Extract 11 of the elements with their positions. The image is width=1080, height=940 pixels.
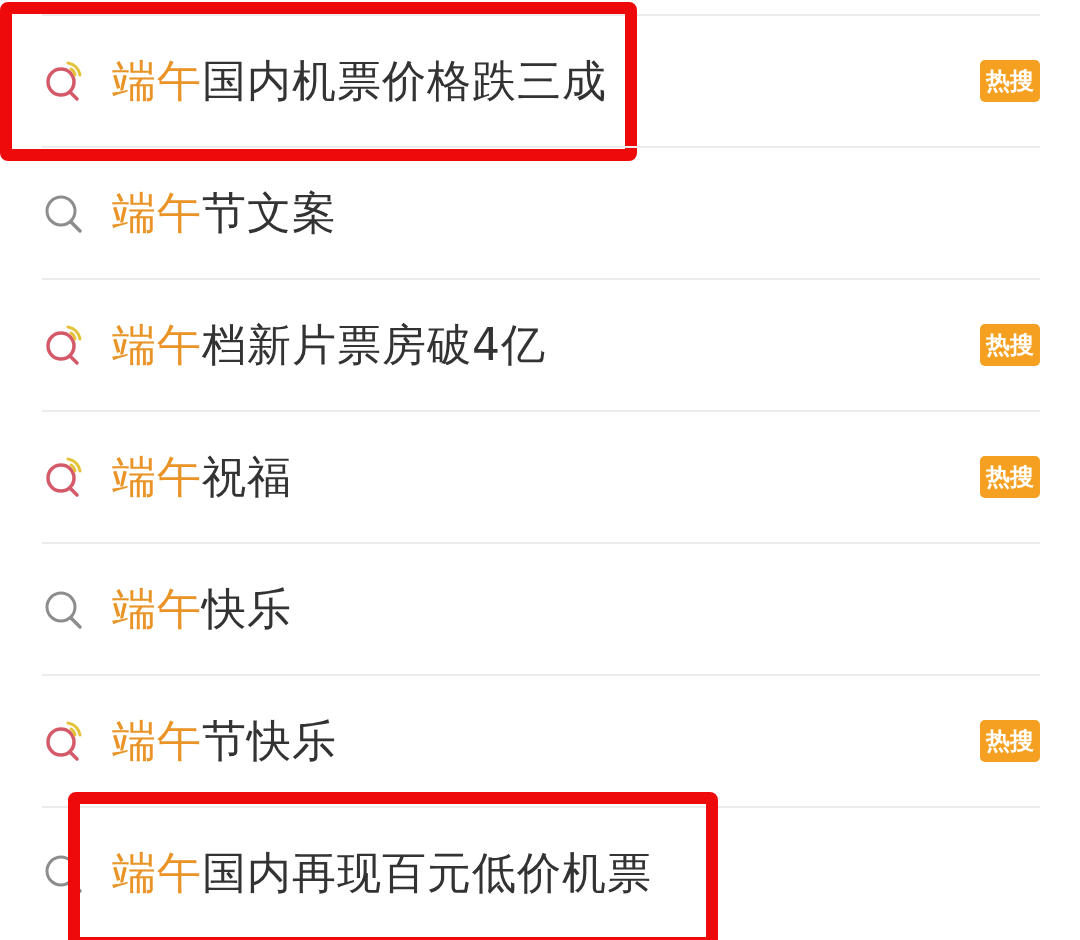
hot-badge: 热搜 <box>980 455 1040 499</box>
suggestion-text[interactable]: 端午国内机票价格跌三成 <box>112 51 607 111</box>
suggestion-text[interactable]: 端午节文案 <box>112 183 337 243</box>
hot-badge: 热搜 <box>980 323 1040 367</box>
suggestion-text[interactable]: 端午节快乐 <box>112 711 337 771</box>
hot-badge: 热搜 <box>980 719 1040 763</box>
hot-badge: 热搜 <box>980 59 1040 103</box>
suggestion-text[interactable]: 端午快乐 <box>112 579 292 639</box>
suggestion-text[interactable]: 端午档新片票房破4亿 <box>112 315 546 375</box>
suggestion-text[interactable]: 端午祝福 <box>112 447 292 507</box>
suggestion-text[interactable]: 端午国内再现百元低价机票 <box>112 843 652 903</box>
